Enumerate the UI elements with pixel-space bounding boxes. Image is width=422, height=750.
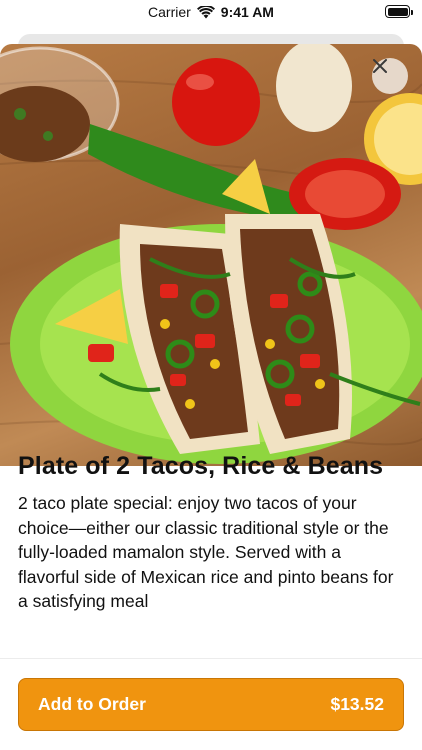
status-time: 9:41 AM [220,4,274,20]
tacos-illustration [0,44,422,464]
add-to-order-label: Add to Order [38,694,146,714]
battery-icon [385,5,413,18]
close-button[interactable] [372,58,408,94]
status-bar: Carrier 9:41 AM [0,0,422,26]
status-center: Carrier 9:41 AM [0,4,422,20]
item-details: Plate of 2 Tacos, Rice & Beans 2 taco pl… [18,452,404,614]
item-title: Plate of 2 Tacos, Rice & Beans [18,452,384,480]
tacos-plate-photo [0,44,422,466]
carrier-label: Carrier [148,4,191,20]
item-detail-sheet: Plate of 2 Tacos, Rice & Beans 2 taco pl… [0,44,422,750]
close-icon [373,59,387,73]
item-description: 2 taco plate special: enjoy two tacos of… [18,493,394,611]
footer-divider [0,658,422,659]
add-to-order-button[interactable]: Add to Order $13.52 [18,678,404,731]
wifi-icon [196,4,215,19]
item-price: $13.52 [330,694,384,714]
